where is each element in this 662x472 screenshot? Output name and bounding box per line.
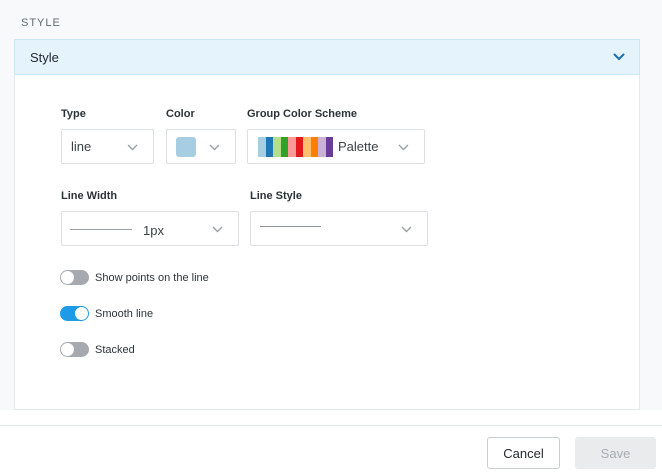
chevron-down-icon xyxy=(613,53,625,60)
palette-color-2 xyxy=(273,136,281,157)
type-label: Type xyxy=(61,108,86,120)
smooth-line-label: Smooth line xyxy=(95,307,154,320)
scheme-value: Palette xyxy=(338,139,379,154)
stacked-toggle[interactable] xyxy=(60,342,89,357)
footer-divider xyxy=(0,425,662,426)
show-points-label: Show points on the line xyxy=(95,271,209,284)
stacked-toggle-row[interactable]: Stacked xyxy=(60,342,135,357)
palette-color-8 xyxy=(318,136,326,157)
color-label: Color xyxy=(166,108,195,120)
show-points-toggle[interactable] xyxy=(60,270,89,285)
chevron-down-icon xyxy=(212,226,223,233)
palette-color-6 xyxy=(303,136,311,157)
accordion-title: Style xyxy=(30,49,59,65)
chevron-down-icon xyxy=(127,144,138,151)
smooth-line-toggle-row[interactable]: Smooth line xyxy=(60,306,153,321)
palette-color-5 xyxy=(295,136,303,157)
line-width-value: 1px xyxy=(143,223,164,238)
line-width-preview xyxy=(70,229,132,230)
palette-color-4 xyxy=(288,136,296,157)
type-select[interactable]: line xyxy=(61,129,154,164)
line-style-select[interactable] xyxy=(250,211,428,246)
palette-color-3 xyxy=(280,136,288,157)
palette-color-9 xyxy=(325,136,333,157)
accordion-body: Type Color Group Color Scheme line Palet… xyxy=(14,75,640,410)
cancel-button[interactable]: Cancel xyxy=(487,437,560,469)
chevron-down-icon xyxy=(401,226,412,233)
style-panel: STYLE Style Type Color Group Color Schem… xyxy=(0,0,662,410)
group-color-scheme-label: Group Color Scheme xyxy=(247,108,358,120)
line-style-label: Line Style xyxy=(250,190,302,202)
line-style-preview xyxy=(260,226,321,227)
palette-color-1 xyxy=(265,136,273,157)
group-color-scheme-select[interactable]: Palette xyxy=(247,129,425,164)
section-label: STYLE xyxy=(21,17,61,29)
chevron-down-icon xyxy=(398,144,409,151)
stacked-label: Stacked xyxy=(95,343,135,356)
palette-color-7 xyxy=(310,136,318,157)
line-width-select[interactable]: 1px xyxy=(61,211,239,246)
line-width-label: Line Width xyxy=(61,190,118,202)
show-points-toggle-row[interactable]: Show points on the line xyxy=(60,270,209,285)
smooth-line-toggle[interactable] xyxy=(60,306,89,321)
palette-color-0 xyxy=(258,136,266,157)
type-value: line xyxy=(71,139,92,154)
color-swatch xyxy=(176,136,196,157)
chevron-down-icon xyxy=(209,144,220,151)
style-accordion-header[interactable]: Style xyxy=(14,39,640,75)
save-button[interactable]: Save xyxy=(575,437,656,469)
palette-swatches xyxy=(258,136,333,157)
color-select[interactable] xyxy=(166,129,236,164)
